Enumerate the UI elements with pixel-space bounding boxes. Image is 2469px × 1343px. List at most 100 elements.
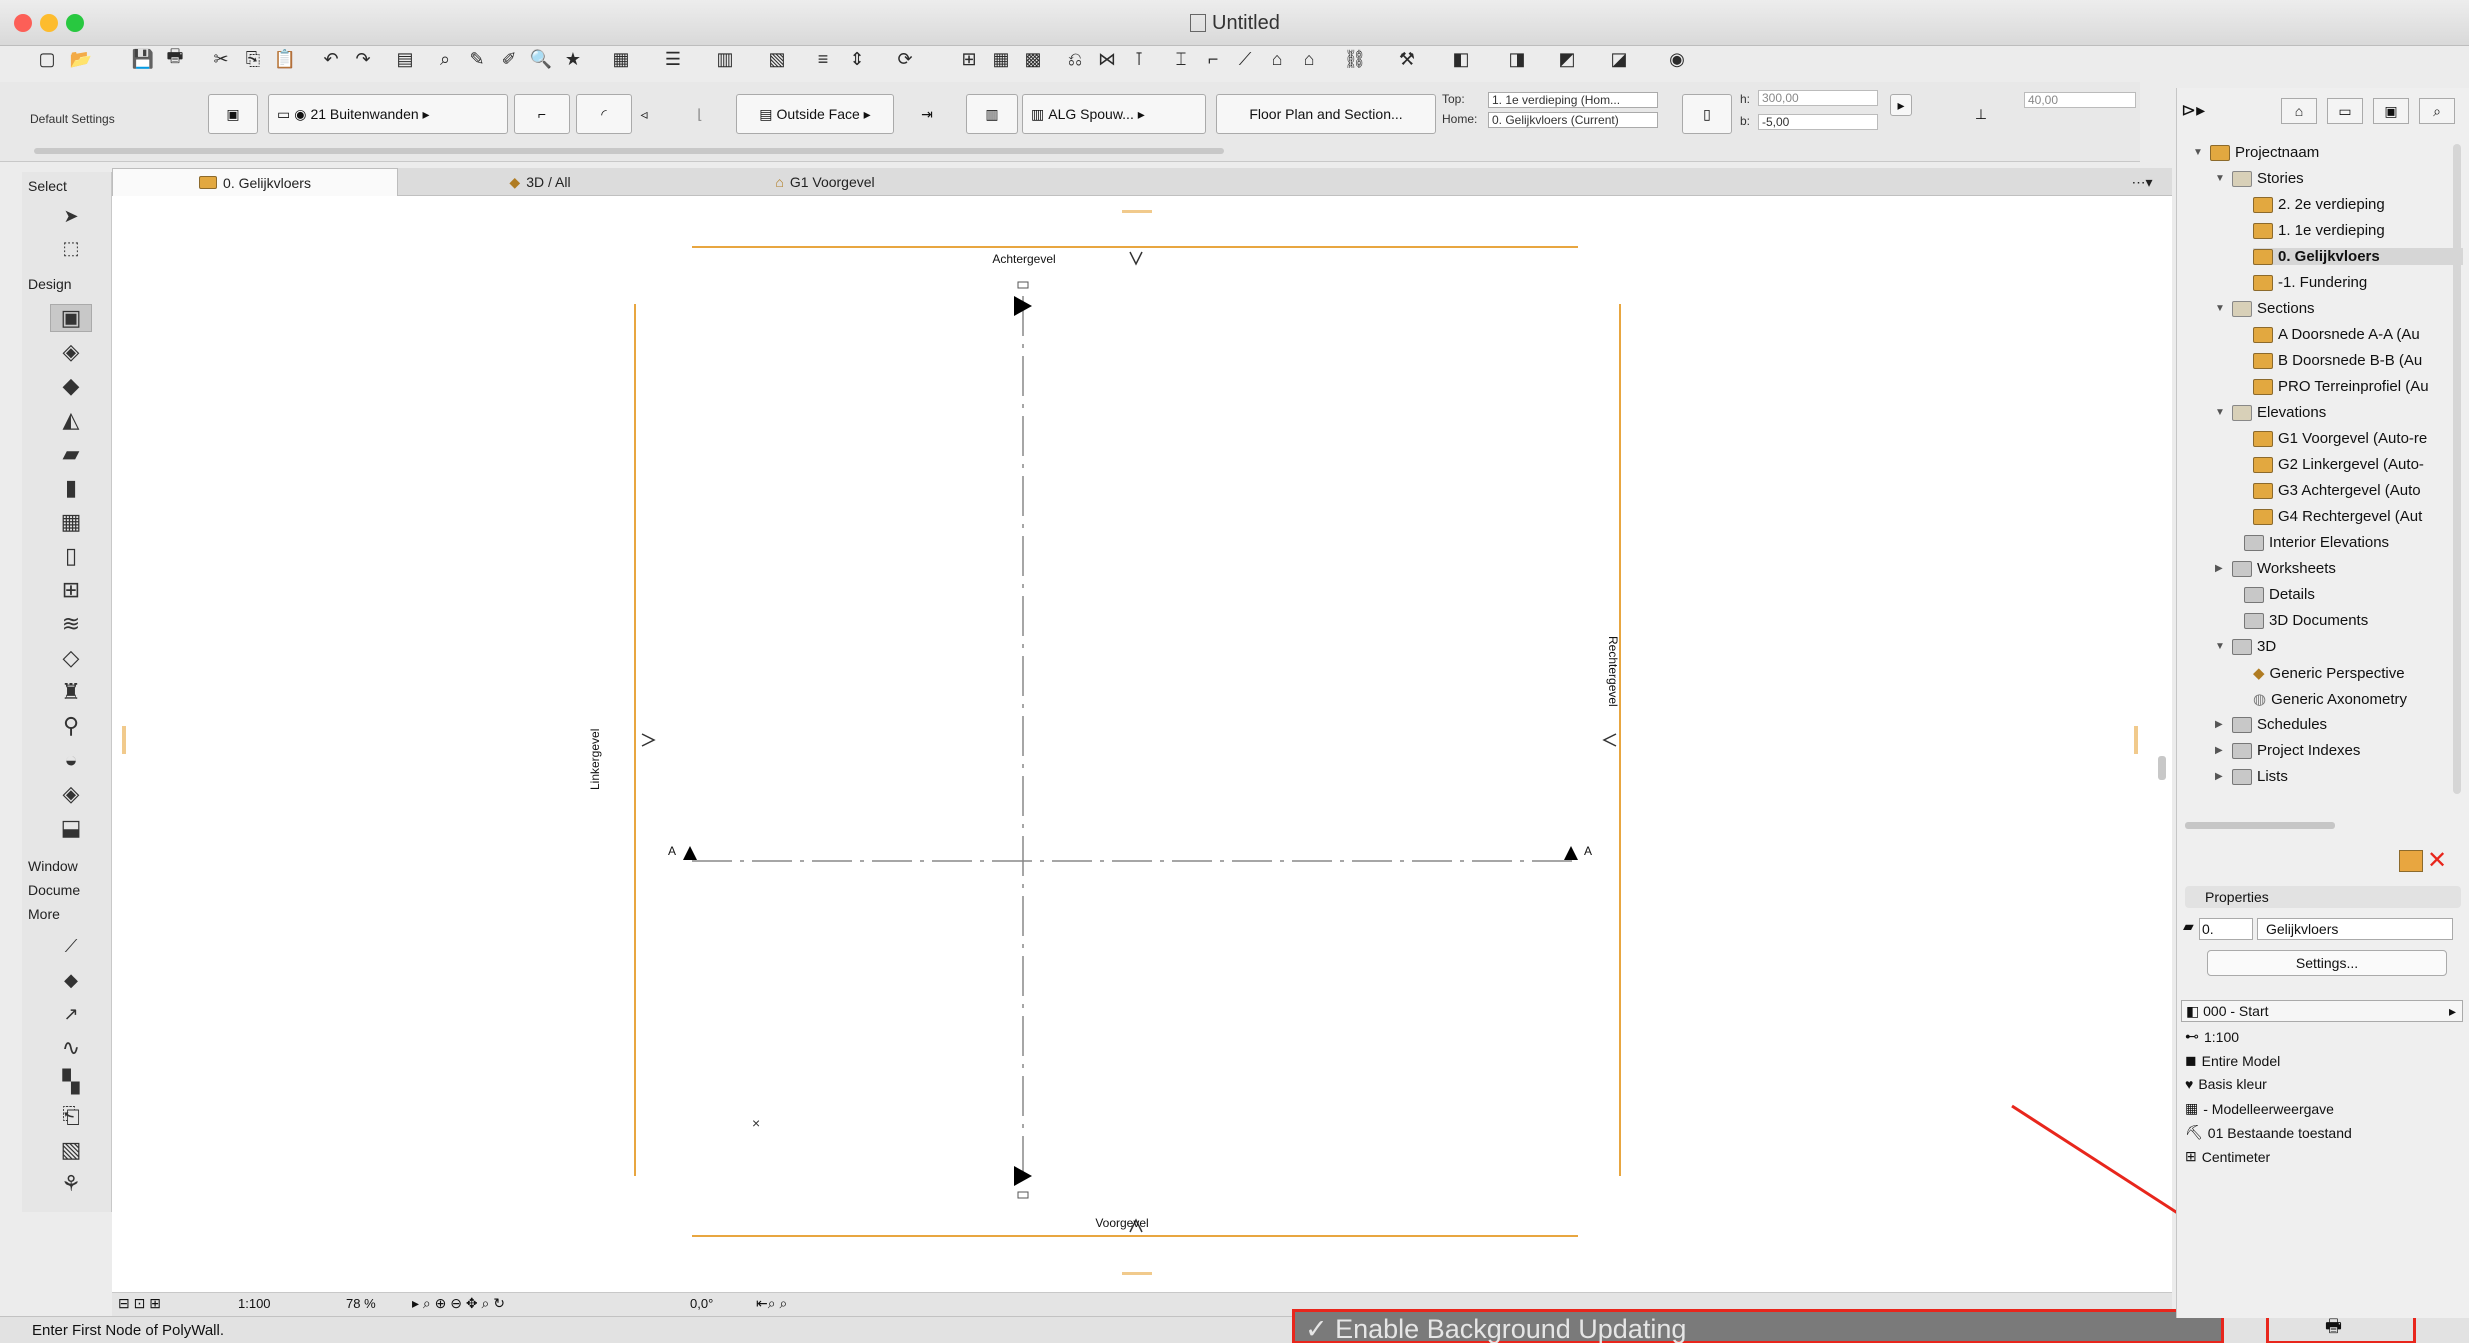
- 3d-window-icon[interactable]: ◨: [1502, 44, 1532, 74]
- angle-field[interactable]: 0,0°: [690, 1296, 713, 1311]
- copy-icon[interactable]: ⎘: [238, 44, 268, 74]
- split-icon[interactable]: ⋈: [1092, 44, 1122, 74]
- railing-tool-icon[interactable]: ◇: [50, 644, 92, 672]
- tree-item-interior-elevations[interactable]: Interior Elevations: [2227, 534, 2389, 551]
- height-field[interactable]: 300,00: [1758, 90, 1878, 106]
- tree-item-3d-documents[interactable]: 3D Documents: [2227, 612, 2368, 629]
- undo-icon[interactable]: ↶: [316, 44, 346, 74]
- layout-book-icon[interactable]: ▣: [2373, 98, 2409, 124]
- wall-settings-button[interactable]: ▣: [208, 94, 258, 134]
- pick-up-icon[interactable]: ✎: [462, 44, 492, 74]
- cut-icon[interactable]: ✂: [206, 44, 236, 74]
- distribute-icon[interactable]: ▥: [710, 44, 740, 74]
- trace-icon[interactable]: ⎌: [1060, 44, 1090, 74]
- navigator-scrollbar[interactable]: [2185, 822, 2335, 829]
- rotate-icon[interactable]: ⟳: [890, 44, 920, 74]
- height-icon[interactable]: ▯: [1682, 94, 1732, 134]
- tree-item-3d[interactable]: ▼ 3D: [2215, 638, 2276, 655]
- navigator-vertical-scrollbar[interactable]: [2453, 144, 2461, 794]
- reference-line-selector[interactable]: ▤ Outside Face ▸: [736, 94, 894, 134]
- tab-options-button[interactable]: ⋯▾: [2120, 168, 2164, 196]
- line-weight-icon[interactable]: ≡: [808, 44, 838, 74]
- floor-plan-canvas[interactable]: × Achtergevel Voorgevel Linkergevel Rech…: [112, 196, 2172, 1292]
- arrow-tool-icon[interactable]: ➤: [50, 202, 92, 230]
- structure-display-button[interactable]: Floor Plan and Section...: [1216, 94, 1436, 134]
- zoom-window-button[interactable]: [66, 14, 84, 32]
- grid-icon[interactable]: ▦: [986, 44, 1016, 74]
- zone-icon[interactable]: ⚒: [1392, 44, 1422, 74]
- infobox-scrollbar[interactable]: [34, 148, 1224, 154]
- new-view-icon[interactable]: [2399, 850, 2423, 872]
- adjust-icon[interactable]: ⊺: [1124, 44, 1154, 74]
- column-tool-icon[interactable]: ▮: [50, 474, 92, 502]
- tree-item-elevation-g1[interactable]: G1 Voorgevel (Auto-re: [2253, 430, 2427, 447]
- tree-item-project-indexes[interactable]: ▶ Project Indexes: [2215, 742, 2360, 759]
- navigation-icon[interactable]: ⇤⌕ ⌕: [756, 1295, 787, 1312]
- object-tool-icon[interactable]: ♜: [50, 678, 92, 706]
- tree-item-details[interactable]: Details: [2227, 586, 2315, 603]
- fill-tool-icon[interactable]: ▚: [50, 1068, 92, 1096]
- quick-options-icon[interactable]: ⊟ ⊡ ⊞: [118, 1295, 161, 1312]
- wall-shape-button[interactable]: ◃: [620, 94, 668, 134]
- tree-item-elevation-g4[interactable]: G4 Rechtergevel (Aut: [2253, 508, 2422, 525]
- delete-view-icon[interactable]: ✕: [2427, 846, 2447, 875]
- door-tool-icon[interactable]: ▯: [50, 542, 92, 570]
- inject-icon[interactable]: ✐: [494, 44, 524, 74]
- tree-item-story-1[interactable]: 1. 1e verdieping: [2253, 222, 2385, 239]
- settings-button[interactable]: Settings...: [2207, 950, 2447, 976]
- background-updating-popup[interactable]: ✓ Enable Background Updating: [1292, 1309, 2224, 1343]
- tree-item-project[interactable]: ▼ Projectnaam: [2193, 144, 2319, 161]
- publisher-icon[interactable]: ⌕: [2419, 98, 2455, 124]
- redo-icon[interactable]: ↷: [348, 44, 378, 74]
- flip-reference-button[interactable]: ⇥: [902, 94, 952, 134]
- tree-item-schedules[interactable]: ▶ Schedules: [2215, 716, 2327, 733]
- beam-tool-icon[interactable]: ▰: [50, 440, 92, 468]
- structure-type-button[interactable]: ▥: [966, 94, 1018, 134]
- link-dropdown-button[interactable]: ▸: [1890, 94, 1912, 116]
- favorites-icon[interactable]: ★: [558, 44, 588, 74]
- skylight-tool-icon[interactable]: ◈: [50, 780, 92, 808]
- slanted-wall-button[interactable]: ⌊: [676, 94, 724, 134]
- tree-item-elevation-g3[interactable]: G3 Achtergevel (Auto: [2253, 482, 2421, 499]
- morph-tool-icon[interactable]: ⬓: [50, 814, 92, 842]
- wall-tool-icon[interactable]: ▣: [50, 304, 92, 332]
- tree-item-story-m1[interactable]: -1. Fundering: [2253, 274, 2367, 291]
- roof-icon[interactable]: ⌂: [1294, 44, 1324, 74]
- table-icon[interactable]: ⊞: [954, 44, 984, 74]
- tab-elevation[interactable]: ⌂ G1 Voorgevel: [682, 168, 968, 196]
- properties-header[interactable]: Properties: [2185, 886, 2461, 908]
- tree-item-section-a[interactable]: A Doorsnede A-A (Au: [2253, 326, 2420, 343]
- align-icon[interactable]: ☰: [658, 44, 688, 74]
- intersect-icon[interactable]: ⌶: [1166, 44, 1196, 74]
- curtain-wall-tool-icon[interactable]: ◈: [50, 338, 92, 366]
- composite-selector[interactable]: ▥ ALG Spouw... ▸: [1022, 94, 1206, 134]
- tree-item-section-pro[interactable]: PRO Terreinprofiel (Au: [2253, 378, 2429, 395]
- drag-icon[interactable]: ⇕: [842, 44, 872, 74]
- figure-tool-icon[interactable]: ▧: [50, 1136, 92, 1164]
- thickness-field[interactable]: 40,00: [2024, 92, 2136, 108]
- render-icon[interactable]: ◉: [1662, 44, 1692, 74]
- tree-item-lists[interactable]: ▶ Lists: [2215, 768, 2288, 785]
- view-set-selector[interactable]: ◧ 000 - Start ▸: [2181, 1000, 2463, 1022]
- background-process-icon[interactable]: 🖶: [2325, 1314, 2342, 1343]
- scale-button[interactable]: 1:100: [238, 1296, 271, 1311]
- spline-tool-icon[interactable]: ∿: [50, 1034, 92, 1062]
- save-icon[interactable]: 💾: [128, 44, 158, 74]
- 3d-cutaway-icon[interactable]: ◪: [1604, 44, 1634, 74]
- tab-3d[interactable]: ◆ 3D / All: [398, 168, 682, 196]
- geometry-method-button[interactable]: ⌐: [514, 94, 570, 134]
- navigator-popup-icon[interactable]: ⊳▸: [2181, 100, 2205, 121]
- project-map-icon[interactable]: ⌂: [2281, 98, 2317, 124]
- offset-field[interactable]: -5,00: [1758, 114, 1878, 130]
- zone-tool-icon[interactable]: ◒: [50, 746, 92, 774]
- stair-tool-icon[interactable]: ≋: [50, 610, 92, 638]
- zoom-icon[interactable]: 🔍: [526, 44, 556, 74]
- tree-item-story-0[interactable]: 0. Gelijkvloers: [2253, 248, 2463, 265]
- pet-palette-icon[interactable]: ▤: [390, 44, 420, 74]
- zoom-level-field[interactable]: 78 %: [346, 1296, 376, 1311]
- tree-item-elevation-g2[interactable]: G2 Linkergevel (Auto-: [2253, 456, 2424, 473]
- slab-tool-icon[interactable]: ◆: [50, 372, 92, 400]
- camera-tool-icon[interactable]: ⚘: [50, 1170, 92, 1198]
- marquee-tool-icon[interactable]: ⬚: [50, 234, 92, 262]
- tab-floor-plan[interactable]: 0. Gelijkvloers: [112, 168, 398, 196]
